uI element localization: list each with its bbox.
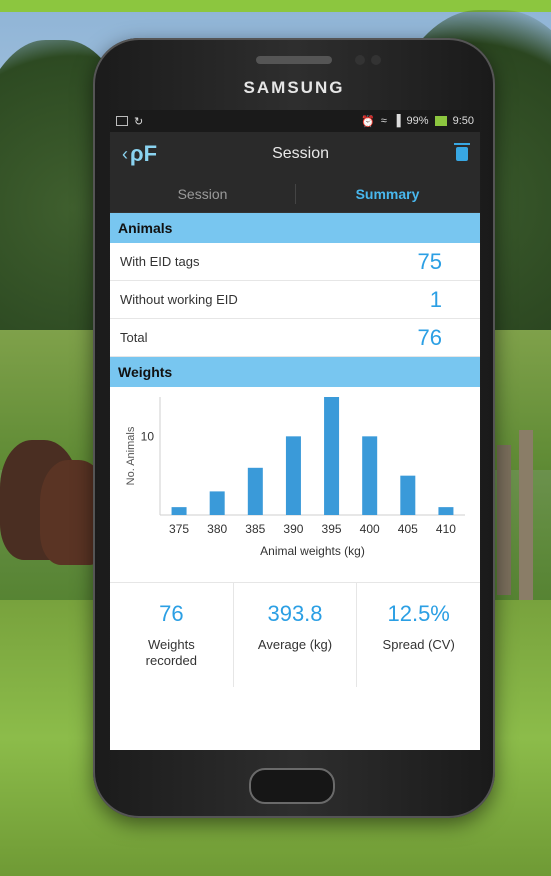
chart-svg: 10 No. Animals 375 380 385 390 395 400 405 410 Ani… bbox=[125, 397, 465, 558]
trash-icon[interactable] bbox=[454, 143, 470, 161]
bar-400 bbox=[362, 436, 378, 515]
row-value: 1 bbox=[429, 286, 442, 312]
gallery-icon bbox=[116, 116, 128, 126]
proximity-sensor bbox=[371, 55, 381, 65]
bar-410 bbox=[438, 507, 454, 515]
x-tick-label: 410 bbox=[436, 522, 456, 536]
stat-value: 393.8 bbox=[267, 601, 323, 626]
tab-summary[interactable]: Summary bbox=[295, 176, 480, 212]
sync-icon: ↻ bbox=[134, 115, 144, 128]
list-item: Total 76 bbox=[110, 319, 480, 357]
tab-bar: Session Summary bbox=[110, 176, 480, 213]
x-tick-label: 380 bbox=[207, 522, 227, 536]
stat-value: 76 bbox=[159, 601, 184, 626]
wifi-icon: ≈ bbox=[380, 115, 387, 127]
clock: 9:50 bbox=[452, 115, 474, 127]
tab-session[interactable]: Session bbox=[110, 176, 295, 212]
phone-device: SAMSUNG ↻ ⏰ ≈ ▐ 99% 9:50 ‹ ρF Session Se… bbox=[93, 38, 495, 818]
x-tick-label: 405 bbox=[398, 522, 418, 536]
fence-post bbox=[519, 430, 533, 600]
x-tick-label: 375 bbox=[169, 522, 189, 536]
battery-icon bbox=[434, 116, 447, 126]
list-item: With EID tags 75 bbox=[110, 243, 480, 281]
x-axis-label: Animal weights (kg) bbox=[260, 544, 365, 558]
bar-390 bbox=[285, 436, 301, 515]
stat-label-line1: Weights bbox=[147, 637, 195, 652]
weight-histogram: 10 No. Animals 375 380 385 390 395 400 405 410 Ani… bbox=[110, 387, 480, 582]
stat-spread: 12.5% Spread (CV) bbox=[357, 583, 480, 687]
stat-label: Spread (CV) bbox=[382, 637, 455, 652]
front-camera bbox=[355, 55, 365, 65]
stat-label: Average (kg) bbox=[257, 637, 333, 652]
bar-380 bbox=[209, 491, 225, 515]
stat-label-line2: recorded bbox=[145, 653, 197, 668]
earpiece-speaker bbox=[256, 56, 332, 64]
back-chevron-icon[interactable]: ‹ bbox=[122, 144, 128, 165]
animals-section-header: Animals bbox=[110, 213, 480, 243]
stat-label: Weights recorded bbox=[110, 637, 233, 669]
stat-weights-recorded: 76 Weights recorded bbox=[110, 583, 234, 687]
bar-375 bbox=[171, 507, 187, 515]
weights-section-header: Weights bbox=[110, 357, 480, 387]
app-bar: ‹ ρF Session bbox=[110, 132, 480, 176]
stat-value: 12.5% bbox=[387, 601, 450, 626]
x-tick-label: 385 bbox=[245, 522, 265, 536]
home-button[interactable] bbox=[249, 768, 335, 804]
row-label: Total bbox=[120, 330, 148, 345]
signal-icon: ▐ bbox=[392, 115, 401, 127]
row-value: 75 bbox=[417, 248, 442, 274]
list-item: Without working EID 1 bbox=[110, 281, 480, 319]
y-axis-label: No. Animals bbox=[125, 426, 137, 485]
row-value: 76 bbox=[417, 324, 442, 350]
row-label: With EID tags bbox=[120, 254, 200, 269]
x-tick-label: 390 bbox=[283, 522, 303, 536]
status-bar: ↻ ⏰ ≈ ▐ 99% 9:50 bbox=[110, 110, 480, 132]
row-label: Without working EID bbox=[120, 292, 238, 307]
phone-brand: SAMSUNG bbox=[243, 78, 345, 97]
x-tick-label: 400 bbox=[360, 522, 380, 536]
stat-average: 393.8 Average (kg) bbox=[234, 583, 358, 687]
stats-panel: 76 Weights recorded 393.8 Average (kg) 1… bbox=[110, 582, 480, 687]
alarm-icon: ⏰ bbox=[361, 115, 375, 128]
bar-385 bbox=[247, 467, 263, 515]
y-tick-label: 10 bbox=[141, 429, 155, 443]
fence-post bbox=[497, 445, 511, 595]
bar-395 bbox=[324, 397, 340, 515]
app-logo[interactable]: ρF bbox=[130, 141, 157, 167]
phone-screen: ↻ ⏰ ≈ ▐ 99% 9:50 ‹ ρF Session Session Su… bbox=[110, 110, 480, 750]
bar-405 bbox=[400, 475, 416, 515]
page-title: Session bbox=[272, 145, 329, 162]
x-tick-label: 395 bbox=[322, 522, 342, 536]
battery-percent: 99% bbox=[406, 115, 429, 127]
